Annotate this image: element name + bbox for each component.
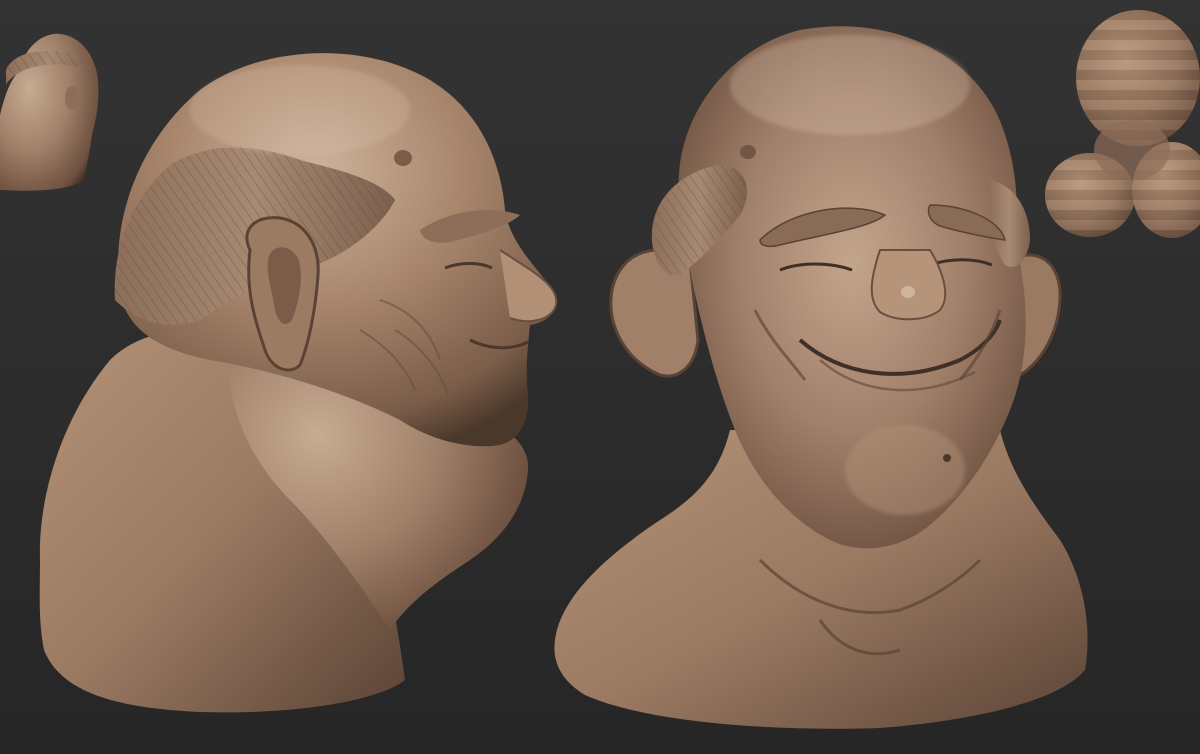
front-nose-highlight	[901, 286, 915, 298]
viewport-canvas[interactable]	[0, 0, 1200, 754]
front-chin	[845, 425, 965, 515]
front-chin-mole	[943, 454, 951, 462]
side-skull-highlight	[190, 65, 410, 155]
sculpt-viewport[interactable]	[0, 0, 1200, 754]
front-forehead-mark	[740, 145, 756, 159]
side-forehead-mark	[394, 150, 412, 166]
gizmo-center[interactable]	[1094, 120, 1170, 180]
thumbnail-ear	[65, 86, 79, 110]
front-nose	[870, 249, 947, 321]
front-skull-highlight	[730, 35, 970, 135]
